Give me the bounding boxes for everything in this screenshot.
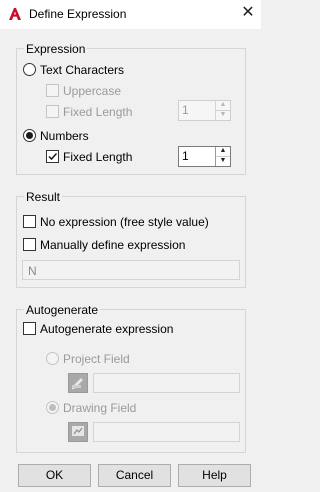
spin-down-icon[interactable]: ▼	[216, 157, 230, 167]
number-fixed-length-label: Fixed Length	[63, 150, 133, 164]
numbers-radio[interactable]	[23, 129, 36, 142]
drawing-field-radio[interactable]	[46, 401, 59, 414]
text-characters-label: Text Characters	[40, 63, 125, 77]
result-group-label: Result	[24, 190, 63, 204]
autocad-logo-icon	[8, 7, 22, 21]
checkmark-icon	[48, 152, 58, 161]
text-characters-radio[interactable]	[23, 63, 36, 76]
spin-up-icon[interactable]: ▲	[216, 101, 230, 111]
uppercase-label: Uppercase	[63, 84, 122, 98]
text-fixed-length-checkbox[interactable]	[46, 105, 59, 118]
drawing-field-label: Drawing Field	[63, 401, 137, 415]
drawing-field-picker-icon[interactable]	[68, 422, 88, 442]
uppercase-checkbox[interactable]	[46, 84, 59, 97]
project-field-label: Project Field	[63, 352, 130, 366]
expression-value-text: N	[28, 264, 37, 278]
text-fixed-length-label: Fixed Length	[63, 105, 133, 119]
spin-down-icon[interactable]: ▼	[216, 111, 230, 121]
number-fixed-length-spinner[interactable]: 1 ▲ ▼	[178, 146, 231, 167]
title-bar: Define Expression ✕	[0, 0, 261, 29]
window-title: Define Expression	[29, 7, 127, 21]
manual-expression-checkbox[interactable]	[23, 238, 36, 251]
project-field-picker-icon[interactable]	[68, 373, 88, 393]
help-button[interactable]: Help	[178, 464, 251, 487]
text-fixed-length-value: 1	[182, 103, 189, 117]
expression-group-label: Expression	[24, 42, 88, 56]
autogenerate-expression-checkbox[interactable]	[23, 322, 36, 335]
no-expression-label: No expression (free style value)	[40, 215, 209, 229]
autogenerate-group-label: Autogenerate	[24, 303, 101, 317]
expression-value-field[interactable]: N	[22, 260, 240, 280]
number-fixed-length-value: 1	[182, 149, 189, 163]
spin-up-icon[interactable]: ▲	[216, 147, 230, 157]
number-fixed-length-checkbox[interactable]	[46, 150, 59, 163]
drawing-field-input[interactable]	[93, 422, 240, 442]
project-field-input[interactable]	[93, 373, 240, 393]
manual-expression-label: Manually define expression	[40, 238, 186, 252]
text-fixed-length-spinner[interactable]: 1 ▲ ▼	[178, 100, 231, 121]
numbers-label: Numbers	[40, 129, 89, 143]
project-field-radio[interactable]	[46, 352, 59, 365]
close-icon[interactable]: ✕	[239, 4, 257, 22]
ok-button[interactable]: OK	[18, 464, 91, 487]
cancel-button[interactable]: Cancel	[98, 464, 171, 487]
no-expression-checkbox[interactable]	[23, 215, 36, 228]
autogenerate-expression-label: Autogenerate expression	[40, 322, 174, 336]
